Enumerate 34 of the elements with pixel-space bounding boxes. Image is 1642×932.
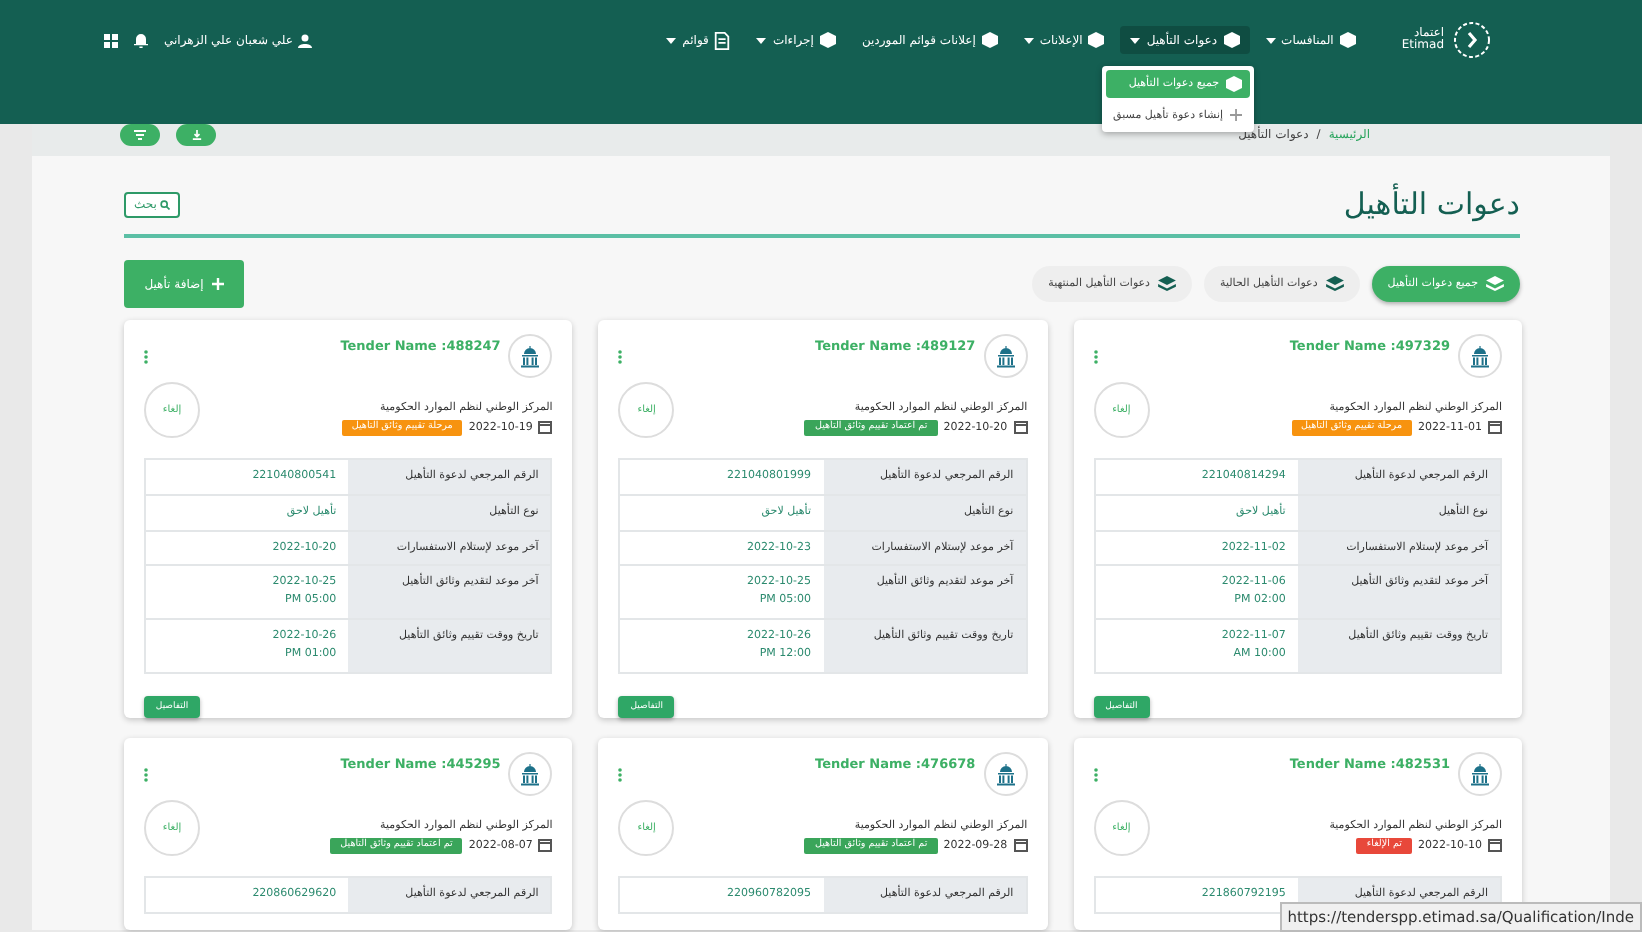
search-icon [160, 199, 171, 209]
kebab-menu-icon[interactable] [618, 349, 623, 363]
layers-icon [1158, 276, 1177, 292]
building-icon [1468, 344, 1492, 368]
calendar-icon [538, 420, 553, 434]
building-icon [518, 762, 543, 786]
layers-icon [1486, 276, 1504, 292]
layers-icon [1325, 276, 1344, 292]
bell-icon[interactable] [134, 32, 148, 48]
building-icon [1468, 762, 1492, 786]
plus-icon [211, 278, 224, 290]
building-icon [993, 344, 1018, 368]
filter-icon [134, 130, 146, 140]
grid-icon[interactable] [104, 33, 118, 47]
kebab-menu-icon[interactable] [1093, 349, 1098, 363]
building-icon [518, 344, 543, 368]
calendar-icon [538, 838, 553, 852]
kebab-menu-icon[interactable] [144, 767, 149, 781]
download-icon [191, 130, 201, 140]
calendar-icon [1488, 420, 1502, 434]
filter-button[interactable] [120, 124, 160, 146]
building-icon [993, 762, 1018, 786]
calendar-icon [1013, 838, 1028, 852]
calendar-icon [1013, 420, 1028, 434]
kebab-menu-icon[interactable] [618, 767, 623, 781]
kebab-menu-icon[interactable] [1093, 767, 1098, 781]
download-button[interactable] [176, 124, 216, 146]
user-icon [298, 33, 313, 47]
document-icon [714, 31, 731, 49]
logo-icon [1452, 20, 1492, 60]
plus-icon [1229, 108, 1242, 122]
calendar-icon [1488, 838, 1502, 852]
page-title: دعوات التأهيل [1343, 186, 1520, 222]
kebab-menu-icon[interactable] [144, 349, 149, 363]
